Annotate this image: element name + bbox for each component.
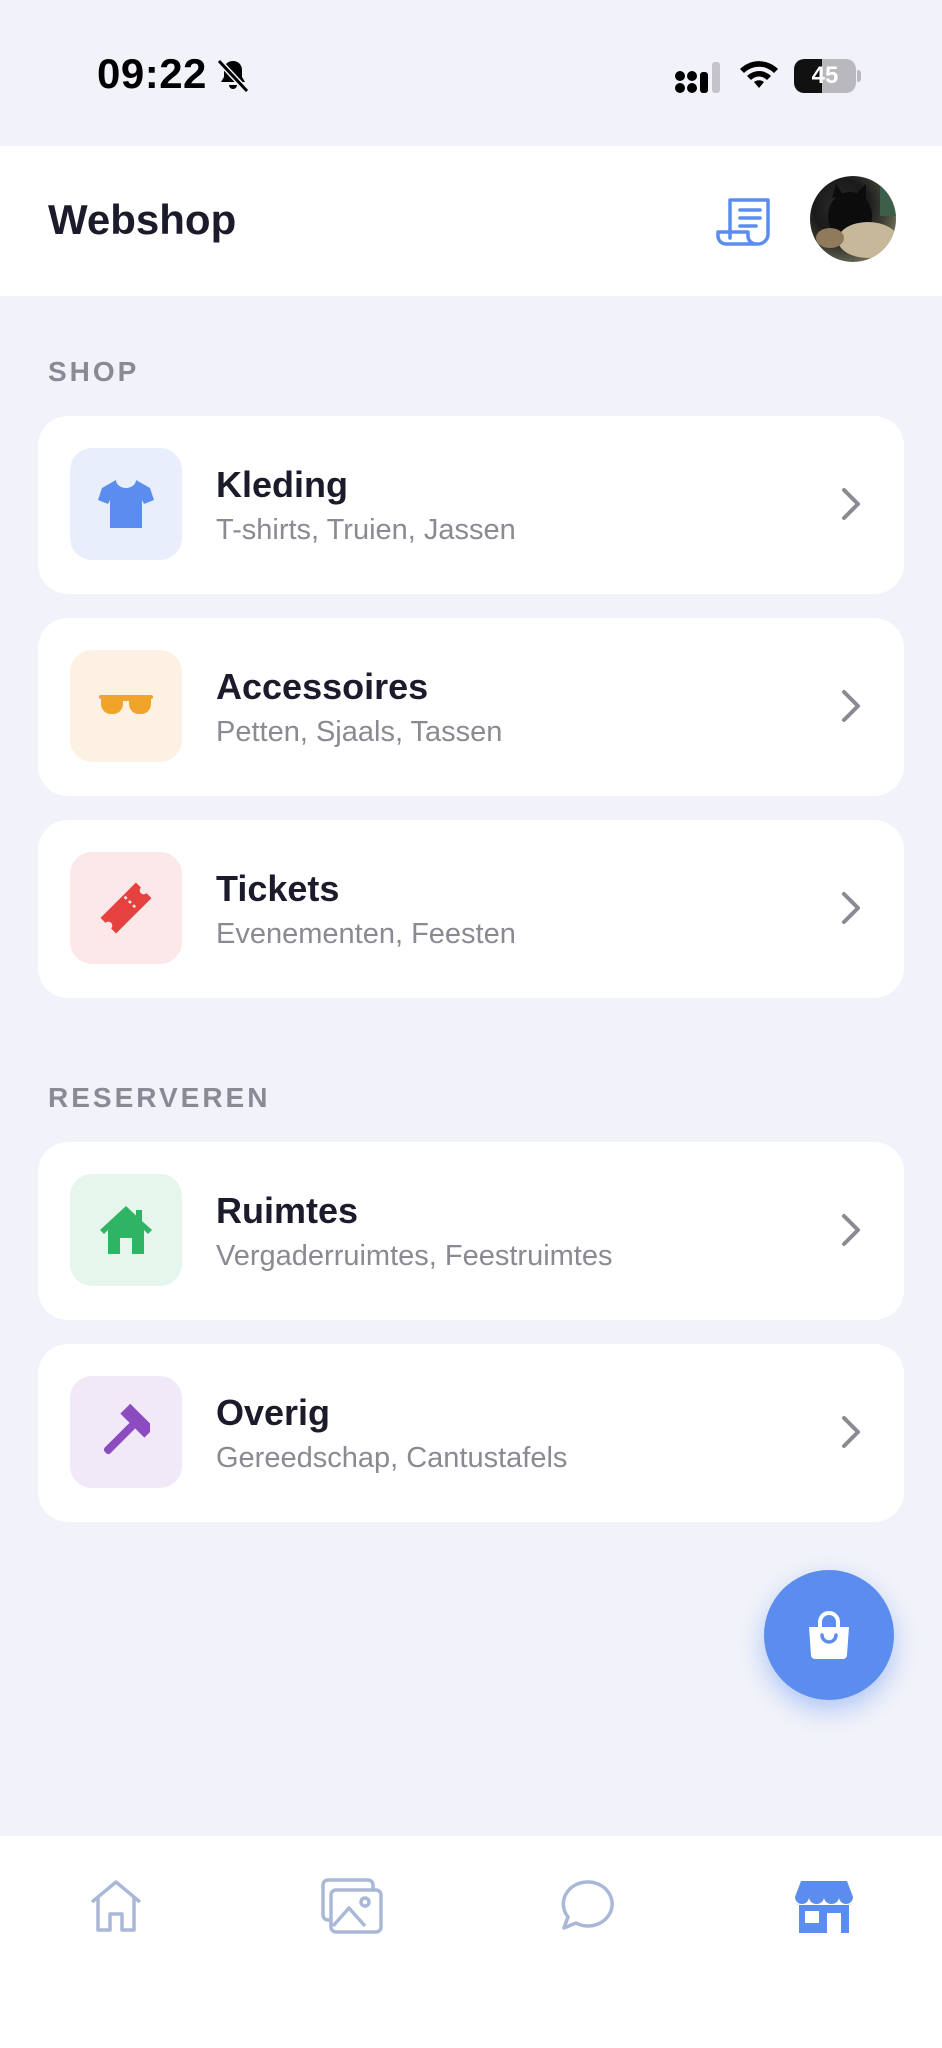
nav-gallery[interactable]: [312, 1866, 392, 1946]
card-title: Kleding: [216, 464, 348, 505]
category-card-tickets[interactable]: Tickets Evenementen, Feesten: [38, 820, 904, 998]
home-icon: [90, 1880, 142, 1932]
chevron-right-icon: [842, 690, 860, 722]
status-bar: 09:22 45: [0, 0, 942, 146]
card-subtitle: Gereedschap, Cantustafels: [216, 1442, 568, 1474]
card-subtitle: T-shirts, Truien, Jassen: [216, 514, 516, 546]
avatar-photo: [816, 184, 896, 258]
gallery-icon: [321, 1878, 383, 1934]
card-icon-container: [70, 1376, 182, 1488]
cart-fab-button[interactable]: [764, 1570, 894, 1700]
shop-icon: [795, 1881, 853, 1933]
shopping-bag-icon: [809, 1611, 849, 1659]
battery-level: 45: [811, 62, 839, 89]
wifi-icon: [740, 61, 778, 88]
avatar[interactable]: [810, 176, 896, 262]
bell-slash-icon: [216, 58, 250, 94]
page-title: Webshop: [48, 196, 237, 243]
category-card-ruimtes[interactable]: Ruimtes Vergaderruimtes, Feestruimtes: [38, 1142, 904, 1320]
section-label-reserveren: RESERVEREN: [48, 1082, 271, 1113]
card-title: Ruimtes: [216, 1190, 359, 1231]
bottom-nav: [0, 1836, 942, 2048]
card-icon-container: [70, 448, 182, 560]
nav-chat[interactable]: [548, 1866, 628, 1946]
category-card-overig[interactable]: Overig Gereedschap, Cantustafels: [38, 1344, 904, 1522]
app-header: Webshop: [0, 146, 942, 296]
nav-shop[interactable]: [784, 1866, 864, 1946]
receipt-icon[interactable]: [716, 194, 774, 250]
hammer-icon: [103, 1403, 151, 1455]
house-icon: [100, 1206, 152, 1254]
card-title: Accessoires: [216, 666, 429, 707]
sunglasses-icon: [99, 695, 153, 714]
card-title: Tickets: [216, 868, 340, 909]
card-icon-container: [70, 650, 182, 762]
card-subtitle: Petten, Sjaals, Tassen: [216, 716, 503, 748]
nav-home[interactable]: [76, 1866, 156, 1946]
chevron-right-icon: [842, 1416, 860, 1448]
status-time: 09:22: [97, 50, 207, 97]
battery-icon: 45: [794, 59, 861, 93]
card-title: Overig: [216, 1392, 331, 1433]
card-icon-container: [70, 1174, 182, 1286]
tshirt-icon: [98, 480, 154, 528]
card-subtitle: Vergaderruimtes, Feestruimtes: [216, 1240, 613, 1272]
cellular-signal-icon: [675, 62, 720, 93]
chevron-right-icon: [842, 1214, 860, 1246]
ticket-icon: [100, 882, 152, 934]
chevron-right-icon: [842, 892, 860, 924]
section-label-shop: SHOP: [48, 356, 140, 387]
card-icon-container: [70, 852, 182, 964]
chevron-right-icon: [842, 488, 860, 520]
category-card-accessoires[interactable]: Accessoires Petten, Sjaals, Tassen: [38, 618, 904, 796]
chat-icon: [561, 1880, 614, 1930]
category-card-kleding[interactable]: Kleding T-shirts, Truien, Jassen: [38, 416, 904, 594]
card-subtitle: Evenementen, Feesten: [216, 918, 516, 950]
